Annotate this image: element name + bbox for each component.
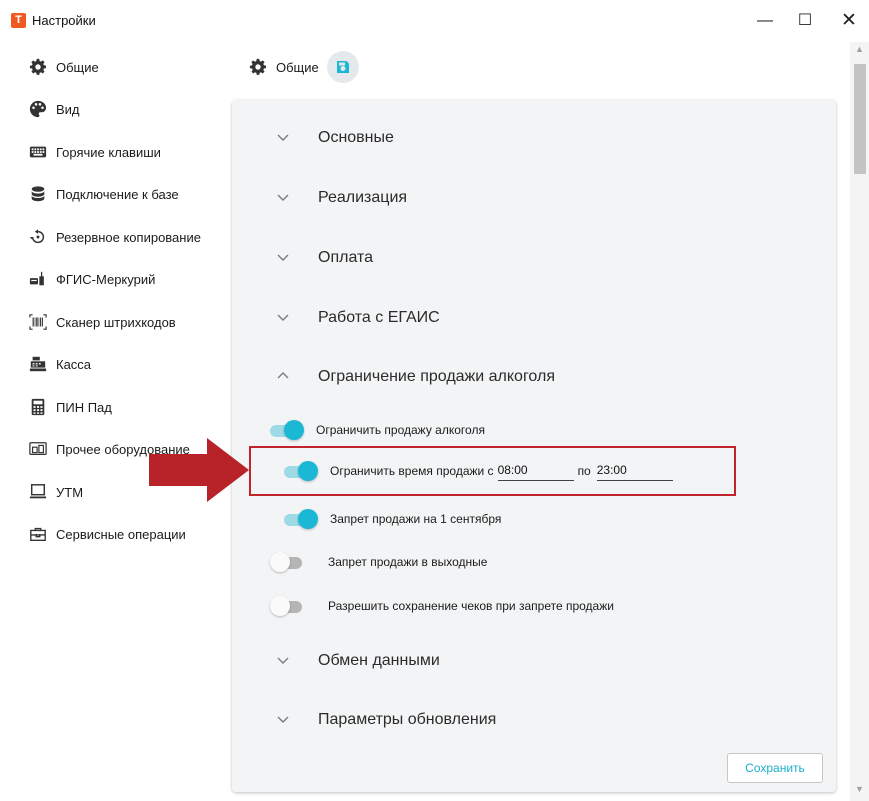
chevron-down-icon xyxy=(276,712,292,728)
sidebar-item-cash-register[interactable]: Касса xyxy=(28,349,228,379)
option-limit-alcohol: Ограничить продажу алкоголя xyxy=(270,417,485,443)
section-label: Оплата xyxy=(318,249,374,266)
section-alcohol-limit[interactable]: Ограничение продажи алкоголя xyxy=(232,357,836,397)
sidebar-item-label: Резервное копирование xyxy=(56,229,201,245)
floppy-disk-icon xyxy=(336,61,349,73)
database-icon xyxy=(28,184,48,204)
window-title: Настройки xyxy=(32,13,96,28)
maximize-button[interactable]: ☐ xyxy=(785,7,825,35)
sidebar-item-backup[interactable]: Резервное копирование xyxy=(28,222,228,252)
option-label: Разрешить сохранение чеков при запрете п… xyxy=(328,599,614,613)
sidebar-item-label: Подключение к базе xyxy=(56,186,179,202)
sidebar-item-scanner[interactable]: Сканер штрихкодов xyxy=(28,307,228,337)
limit-alcohol-toggle[interactable] xyxy=(270,420,304,440)
page-title: Общие xyxy=(276,59,319,75)
sidebar-item-service[interactable]: Сервисные операции xyxy=(28,519,228,549)
section-label: Работа с ЕГАИС xyxy=(318,309,440,326)
section-label: Реализация xyxy=(318,189,408,206)
chevron-up-icon xyxy=(276,369,292,385)
ban-weekends-toggle[interactable] xyxy=(270,552,306,572)
mercury-icon xyxy=(28,269,48,289)
section-sales[interactable]: Реализация xyxy=(232,178,836,218)
close-button[interactable]: ✕ xyxy=(829,7,869,35)
section-data-exchange[interactable]: Обмен данными xyxy=(232,641,836,681)
gear-icon xyxy=(28,57,48,77)
chevron-down-icon xyxy=(276,130,292,146)
monitor-icon xyxy=(28,482,48,502)
sidebar-item-label: Сканер штрихкодов xyxy=(56,314,176,330)
sidebar-item-database[interactable]: Подключение к базе xyxy=(28,179,228,209)
sidebar-item-hotkeys[interactable]: Горячие клавиши xyxy=(28,137,228,167)
section-payment[interactable]: Оплата xyxy=(232,238,836,278)
section-label: Обмен данными xyxy=(318,652,440,669)
palette-icon xyxy=(28,99,48,119)
chevron-down-icon xyxy=(276,190,292,206)
option-ban-sept1: Запрет продажи на 1 сентября xyxy=(284,506,501,532)
chevron-down-icon xyxy=(276,310,292,326)
sidebar-item-general[interactable]: Общие xyxy=(28,52,228,82)
option-label: Запрет продажи в выходные xyxy=(328,555,488,569)
allow-save-receipts-toggle[interactable] xyxy=(270,596,306,616)
option-ban-weekends: Запрет продажи в выходные xyxy=(270,549,488,575)
gear-icon xyxy=(248,57,268,77)
sidebar-item-label: Общие xyxy=(56,59,99,75)
barcode-icon xyxy=(28,312,48,332)
save-button[interactable]: Сохранить xyxy=(727,753,823,783)
sidebar-item-mercury[interactable]: ФГИС-Меркурий xyxy=(28,264,228,294)
devices-icon xyxy=(28,439,48,459)
scroll-thumb[interactable] xyxy=(854,64,866,174)
backup-icon xyxy=(28,227,48,247)
app-logo-icon: T xyxy=(11,13,26,28)
minimize-button[interactable]: — xyxy=(745,7,785,35)
scroll-up-icon[interactable]: ▲ xyxy=(854,44,865,56)
sidebar-item-label: УТМ xyxy=(56,484,84,500)
scrollbar[interactable]: ▲ ▼ xyxy=(850,42,869,801)
sidebar: Общие Вид Горячие клавиши Подключение к … xyxy=(0,42,220,801)
cash-register-icon xyxy=(28,354,48,374)
calculator-icon xyxy=(28,397,48,417)
sidebar-item-view[interactable]: Вид xyxy=(28,94,228,124)
sidebar-item-pinpad[interactable]: ПИН Пад xyxy=(28,392,228,422)
ban-sept1-toggle[interactable] xyxy=(284,509,318,529)
chevron-down-icon xyxy=(276,653,292,669)
save-icon-button[interactable] xyxy=(326,51,359,83)
sidebar-item-label: Вид xyxy=(56,101,80,117)
sidebar-item-label: ФГИС-Меркурий xyxy=(56,271,156,287)
section-label: Основные xyxy=(318,129,394,146)
option-label: Ограничить продажу алкоголя xyxy=(316,423,485,437)
scroll-down-icon[interactable]: ▼ xyxy=(854,784,865,796)
sidebar-item-label: Касса xyxy=(56,356,92,372)
option-label: Запрет продажи на 1 сентября xyxy=(330,512,502,526)
option-allow-save-receipts: Разрешить сохранение чеков при запрете п… xyxy=(270,593,614,619)
sidebar-item-label: Сервисные операции xyxy=(56,526,186,542)
section-label: Параметры обновления xyxy=(318,711,497,728)
highlight-box xyxy=(249,446,736,496)
content-header: Общие xyxy=(248,51,359,83)
section-egais[interactable]: Работа с ЕГАИС xyxy=(232,298,836,338)
arrow-annotation-icon xyxy=(149,438,249,502)
title-bar: T Настройки — ☐ ✕ xyxy=(0,0,869,42)
section-update-params[interactable]: Параметры обновления xyxy=(232,700,836,740)
toolbox-icon xyxy=(28,524,48,544)
sidebar-item-label: ПИН Пад xyxy=(56,399,112,415)
section-main[interactable]: Основные xyxy=(232,118,836,158)
sidebar-item-label: Горячие клавиши xyxy=(56,144,161,160)
section-label: Ограничение продажи алкоголя xyxy=(318,368,555,385)
keyboard-icon xyxy=(28,142,48,162)
chevron-down-icon xyxy=(276,250,292,266)
